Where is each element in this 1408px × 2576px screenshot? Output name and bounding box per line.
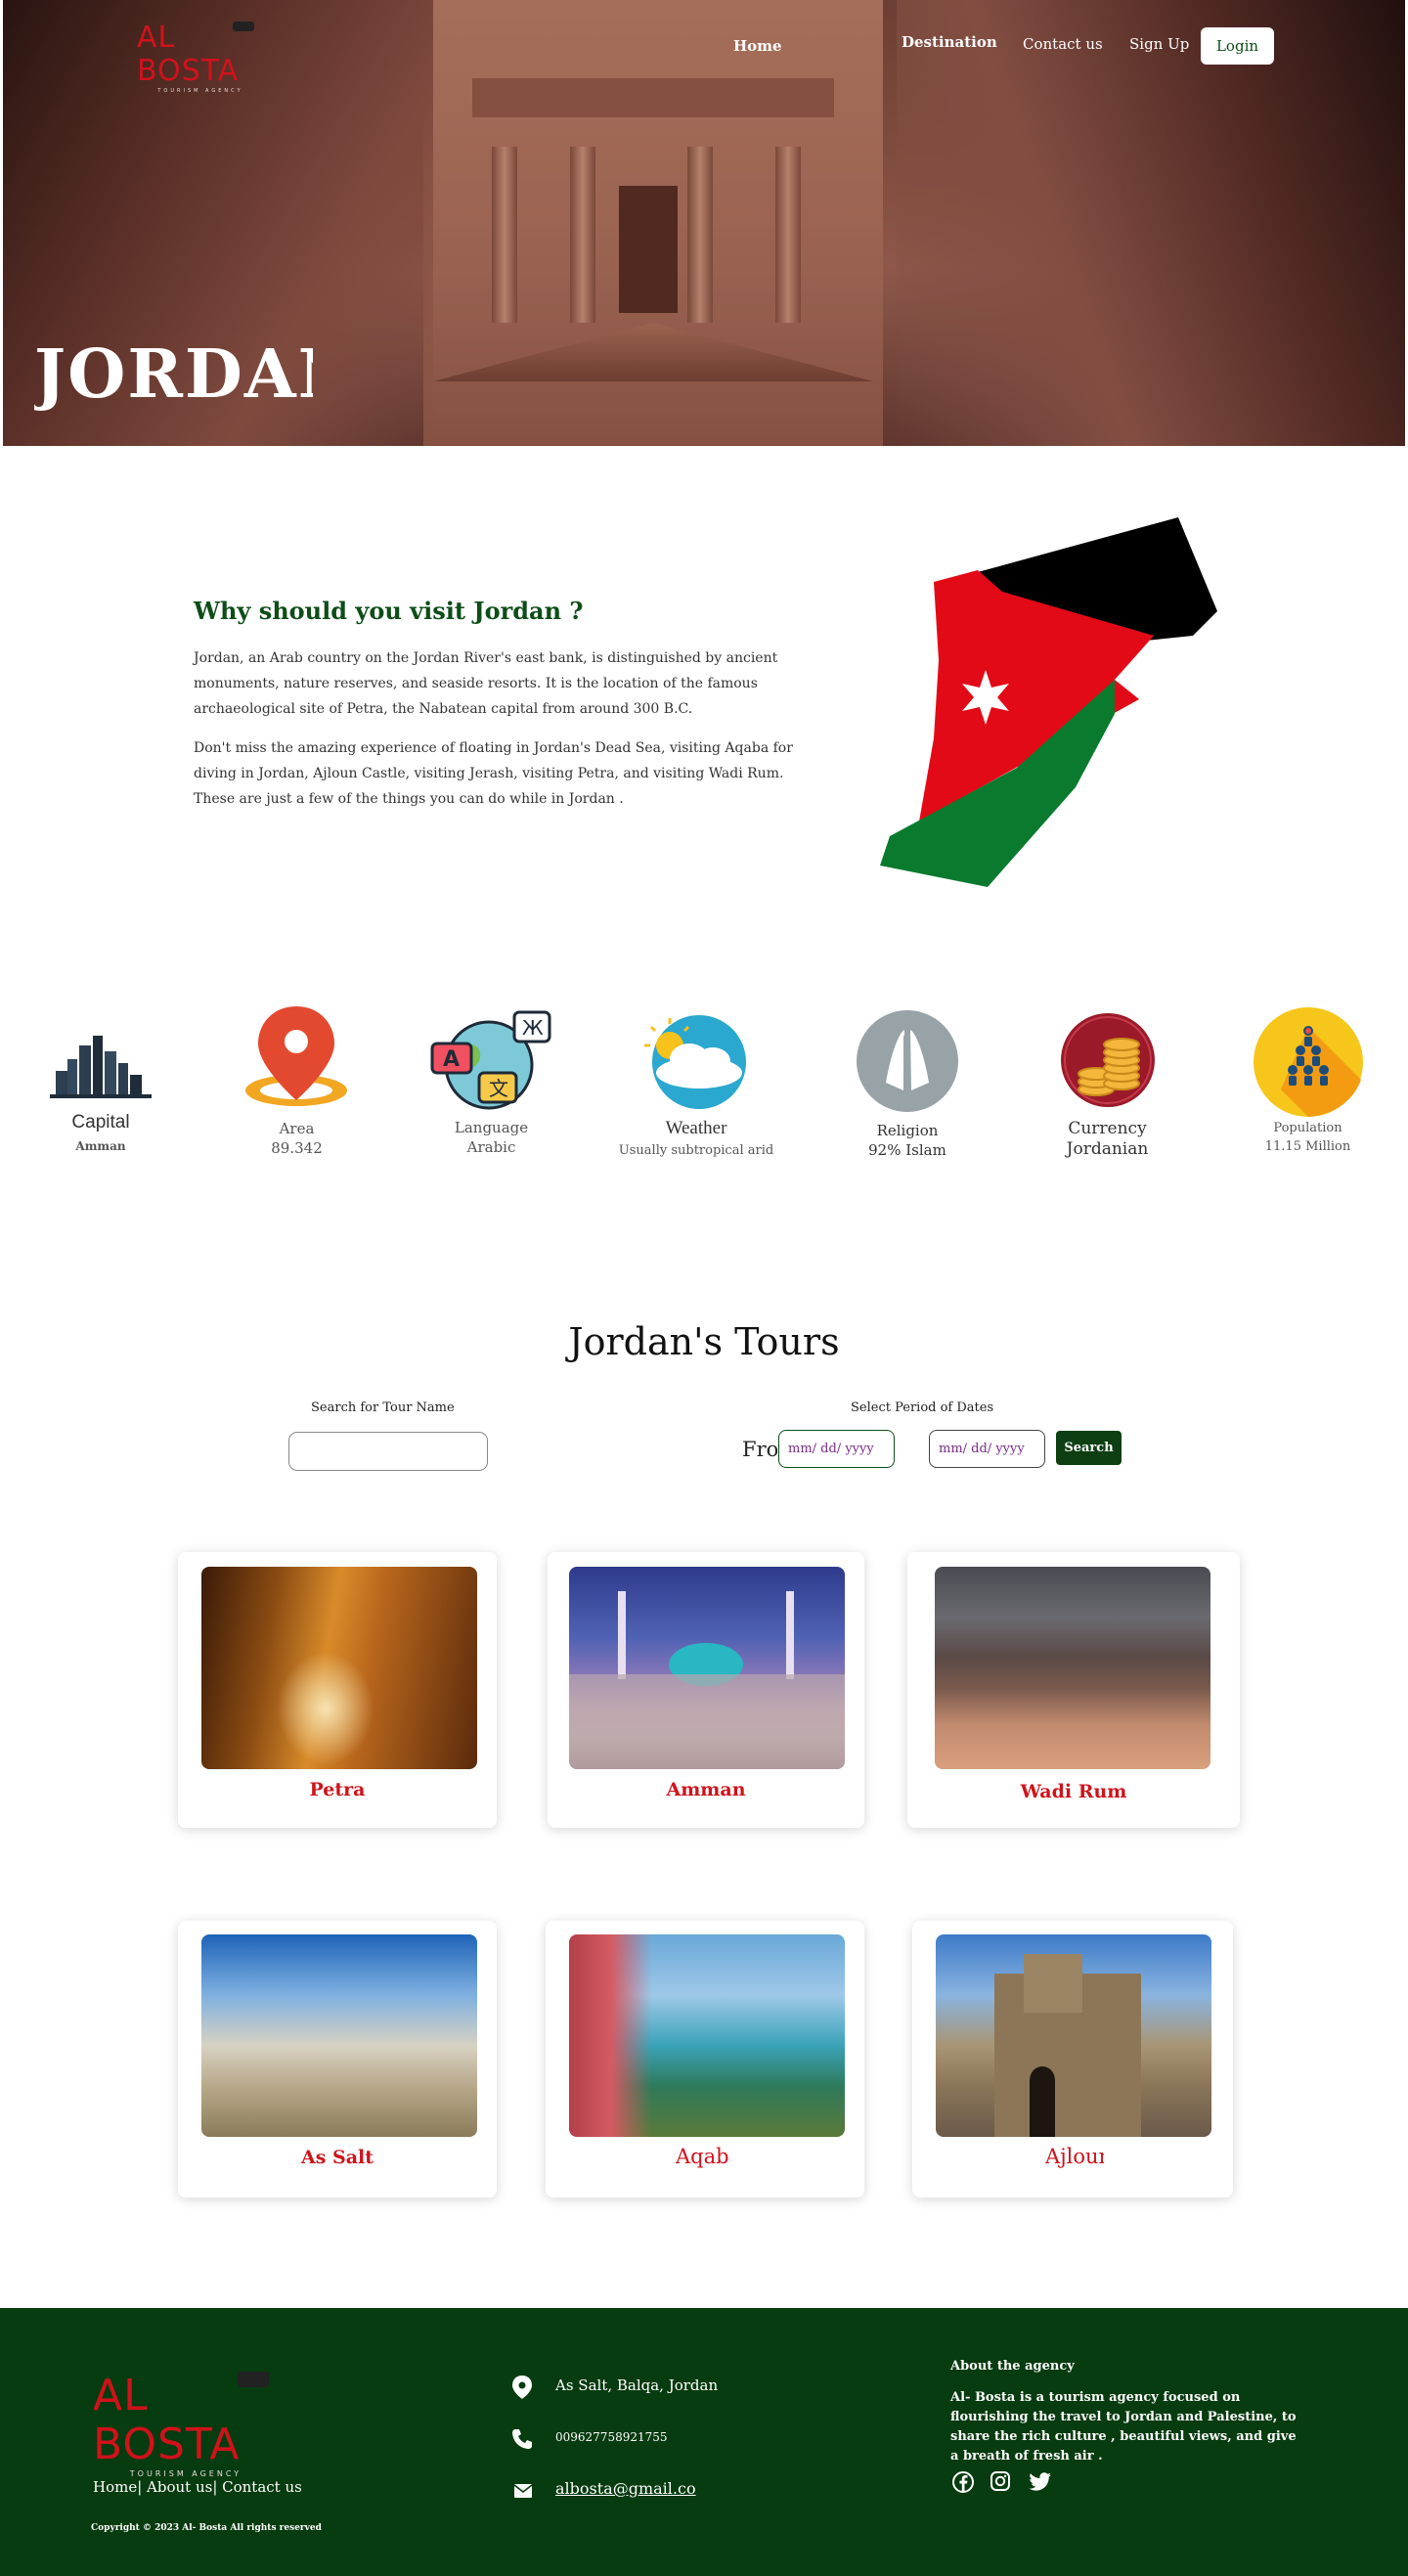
coins-icon (1060, 1013, 1155, 1107)
stat-language-label: Language (454, 1119, 529, 1136)
stat-religion: Religion 92% Islam (849, 1010, 966, 1159)
stat-population-label: Population (1273, 1121, 1342, 1135)
nav-contact[interactable]: Contact us (1023, 35, 1103, 53)
bus-icon (238, 2372, 269, 2387)
tour-card-title: Aqaba (676, 2145, 730, 2168)
ajloun-castle-shape (994, 1954, 1141, 2137)
period-label: Select Period of Dates (851, 1400, 994, 1415)
search-button[interactable]: Search (1056, 1431, 1122, 1465)
login-button[interactable]: Login (1201, 27, 1274, 65)
footer-links[interactable]: Home| About us| Contact us (93, 2478, 302, 2496)
stat-currency-label: Currency (1068, 1119, 1147, 1138)
to-date-input[interactable]: mm/ dd/ yyyy (929, 1430, 1045, 1468)
as-salt-photo (201, 1934, 477, 2137)
stat-area-value: 89.342 (271, 1139, 323, 1157)
tour-card-title: Ajloun (1045, 2145, 1104, 2168)
stat-population: Population 11.15 Million (1247, 1007, 1369, 1154)
aqaba-photo (569, 1934, 845, 2137)
weather-icon (644, 1015, 746, 1109)
tour-card-wadi-rum[interactable]: Wadi Rum (907, 1552, 1240, 1828)
tours-title: Jordan's Tours (568, 1320, 840, 1363)
stat-religion-value: 92% Islam (868, 1141, 946, 1159)
tour-card-title: As Salt (300, 2147, 374, 2168)
twitter-icon[interactable] (1029, 2472, 1052, 2492)
stat-religion-label: Religion (876, 1122, 939, 1139)
search-name-label: Search for Tour Name (311, 1400, 455, 1415)
logo-wordmark: AL BOSTA (137, 21, 240, 88)
footer-logo-tagline: TOURISM AGENCY (129, 2469, 242, 2478)
tour-card-title: Petra (309, 1779, 366, 1800)
tour-card-ajloun[interactable]: Ajloun (912, 1921, 1233, 2198)
tour-card-petra[interactable]: Petra (178, 1552, 497, 1828)
stat-weather-value: Usually subtropical arid (618, 1143, 774, 1158)
map-pin-icon (245, 1006, 347, 1106)
svg-text:文: 文 (489, 1077, 508, 1100)
hero-title: JORDAN (34, 335, 313, 414)
tour-card-title: Amman (666, 1779, 746, 1800)
tour-card-as-salt[interactable]: As Salt (178, 1921, 497, 2198)
stat-capital-label: Capital (71, 1112, 130, 1133)
logo-tagline: TOURISM AGENCY (157, 88, 243, 94)
location-icon (512, 2376, 532, 2399)
bus-icon (233, 22, 254, 31)
nav-home[interactable]: Home (733, 37, 782, 55)
header-logo[interactable]: AL BOSTA TOURISM AGENCY (137, 22, 264, 94)
footer-about-text: Al- Bosta is a tourism agency focused on… (950, 2390, 1297, 2464)
footer-logo[interactable]: AL BOSTA TOURISM AGENCY (93, 2372, 279, 2478)
jordan-flag-map (880, 517, 1217, 887)
footer-email[interactable]: albosta@gmail.co (555, 2479, 696, 2498)
stat-weather: Weather Usually subtropical arid (618, 1012, 774, 1158)
footer-phone[interactable]: 009627758921755 (555, 2430, 668, 2444)
instagram-icon[interactable] (990, 2470, 1011, 2492)
praying-hands-icon (857, 1010, 958, 1112)
tour-card-aqaba[interactable]: Aqaba (546, 1921, 864, 2198)
petra-photo (201, 1567, 477, 1769)
stat-capital-value: Amman (75, 1139, 126, 1153)
from-label: From (742, 1438, 777, 1461)
tour-name-input[interactable] (288, 1432, 488, 1471)
svg-text:Ж: Ж (522, 1016, 544, 1040)
stat-language: A 文 Ж Language Arabic (430, 1010, 552, 1156)
stat-language-value: Arabic (466, 1138, 516, 1156)
amman-mosque-shape (569, 1591, 845, 1769)
tour-card-amman[interactable]: Amman (548, 1552, 864, 1828)
stat-weather-label: Weather (665, 1118, 727, 1138)
skyline-icon (50, 1036, 152, 1098)
stat-area-label: Area (279, 1120, 315, 1137)
intro-paragraph-1: Jordan, an Arab country on the Jordan Ri… (194, 650, 778, 717)
facebook-icon[interactable] (952, 2471, 974, 2493)
mail-icon (514, 2484, 532, 2498)
stat-area: Area 89.342 (241, 1004, 353, 1157)
ajloun-photo (936, 1934, 1211, 2137)
intro-title: Why should you visit Jordan ? (194, 597, 584, 625)
phone-icon (512, 2429, 532, 2449)
nav-destination[interactable]: Destination (902, 33, 997, 51)
language-globe-icon: A 文 Ж (430, 1010, 551, 1110)
tour-card-title: Wadi Rum (1020, 1781, 1127, 1802)
stat-currency: Currency Jordanian (1056, 1009, 1159, 1159)
footer-address: As Salt, Balqa, Jordan (555, 2376, 719, 2394)
wadi-rum-photo (935, 1567, 1210, 1769)
intro-paragraph-2: Don't miss the amazing experience of flo… (194, 740, 793, 807)
amman-photo (569, 1567, 845, 1769)
footer-copyright: Copyright © 2023 Al- Bosta All rights re… (91, 2523, 322, 2533)
footer-about-title: About the agency (950, 2359, 1075, 2374)
from-date-input[interactable]: mm/ dd/ yyyy (778, 1430, 895, 1468)
stat-currency-value: Jordanian (1066, 1139, 1149, 1159)
nav-signup[interactable]: Sign Up (1129, 35, 1189, 53)
svg-text:A: A (443, 1047, 460, 1072)
stat-population-value: 11.15 Million (1264, 1139, 1351, 1154)
population-icon (1253, 1007, 1363, 1117)
stat-capital: Capital Amman (47, 1032, 154, 1153)
